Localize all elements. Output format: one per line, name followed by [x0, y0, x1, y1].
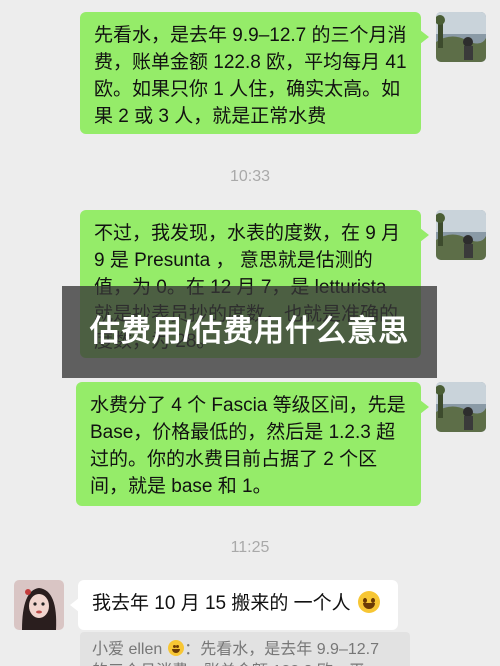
self-avatar[interactable] — [436, 382, 486, 432]
message-bubble-outgoing[interactable]: 先看水，是去年 9.9–12.7 的三个月消费，账单金额 122.8 欧，平均每… — [80, 12, 429, 134]
landscape-avatar-icon — [436, 210, 486, 260]
title-banner: 估费用/估费用什么意思 — [62, 286, 437, 378]
quote-sender: 小爱 ellen — [92, 641, 163, 658]
message-bubble-outgoing[interactable]: 水费分了 4 个 Fascia 等级区间，先是 Base，价格最低的，然后是 1… — [76, 382, 429, 506]
banner-title: 估费用/估费用什么意思 — [89, 315, 410, 348]
quoted-message[interactable]: 小爱 ellen：先看水，是去年 9.9–12.7 的三个月消费，账单金额 12… — [80, 632, 410, 666]
grinning-face-icon — [357, 591, 380, 613]
landscape-avatar-icon — [436, 12, 486, 62]
timestamp: 10:33 — [229, 168, 271, 185]
grinning-face-icon — [168, 640, 185, 656]
landscape-avatar-icon — [436, 382, 486, 432]
message-bubble-incoming[interactable]: 我去年 10 月 15 搬来的 一个人 — [70, 580, 398, 630]
message-text: 我去年 10 月 15 搬来的 一个人 — [92, 593, 351, 614]
self-avatar[interactable] — [436, 210, 486, 260]
chat-area: 先看水，是去年 9.9–12.7 的三个月消费，账单金额 122.8 欧，平均每… — [0, 0, 500, 666]
message-text: 先看水，是去年 9.9–12.7 的三个月消费，账单金额 122.8 欧，平均每… — [94, 25, 407, 127]
contact-avatar[interactable] — [14, 580, 64, 630]
girl-avatar-icon — [14, 580, 64, 630]
timestamp: 11:25 — [230, 539, 270, 556]
message-text: 水费分了 4 个 Fascia 等级区间，先是 Base，价格最低的，然后是 1… — [90, 395, 406, 497]
self-avatar[interactable] — [436, 12, 486, 62]
